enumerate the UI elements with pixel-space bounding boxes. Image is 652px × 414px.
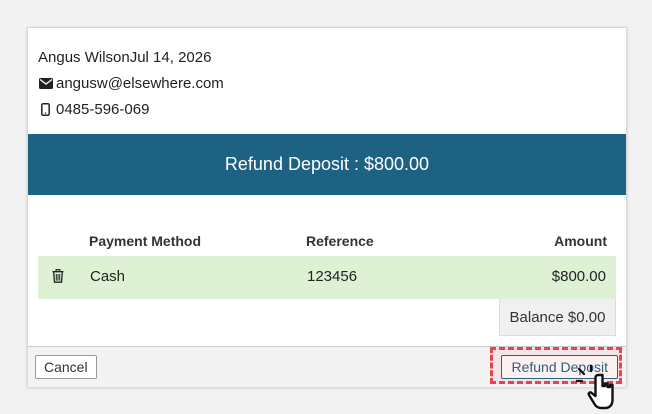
customer-name-date-line: Angus Wilson Jul 14, 2026 [38, 44, 608, 70]
balance-label: Balance $0.00 [499, 299, 616, 336]
header-amount: Amount [554, 233, 607, 249]
header-reference: Reference [306, 233, 374, 249]
refund-deposit-banner: Refund Deposit : $800.00 [28, 134, 626, 195]
refund-deposit-button[interactable]: Refund Deposit [501, 355, 618, 379]
row-payment-method: Cash [90, 268, 126, 285]
envelope-icon [38, 77, 53, 89]
cancel-button[interactable]: Cancel [35, 355, 97, 379]
customer-phone-line: 0485-596-069 [38, 96, 608, 122]
row-amount: $800.00 [551, 268, 606, 285]
banner-amount: $800.00 [364, 154, 430, 174]
customer-email: angusw@elsewhere.com [56, 74, 224, 92]
customer-email-line: angusw@elsewhere.com [38, 70, 608, 96]
table-row: Cash 123456 $800.00 [38, 256, 616, 299]
mobile-phone-icon [38, 102, 53, 116]
payments-table-header: Payment Method Reference Amount [38, 231, 616, 253]
customer-name: Angus Wilson [38, 48, 130, 66]
banner-label: Refund Deposit [224, 154, 349, 174]
dialog-footer: Cancel Refund Deposit [28, 346, 626, 387]
trash-icon[interactable] [52, 268, 64, 287]
row-reference: 123456 [307, 268, 358, 285]
customer-date: Jul 14, 2026 [129, 48, 212, 66]
banner-separator: : [353, 154, 359, 174]
customer-info: Angus Wilson Jul 14, 2026 angusw@elsewher… [38, 44, 608, 122]
customer-phone: 0485-596-069 [56, 100, 150, 118]
refund-deposit-dialog: Angus Wilson Jul 14, 2026 angusw@elsewher… [27, 27, 627, 387]
header-payment-method: Payment Method [89, 233, 202, 249]
